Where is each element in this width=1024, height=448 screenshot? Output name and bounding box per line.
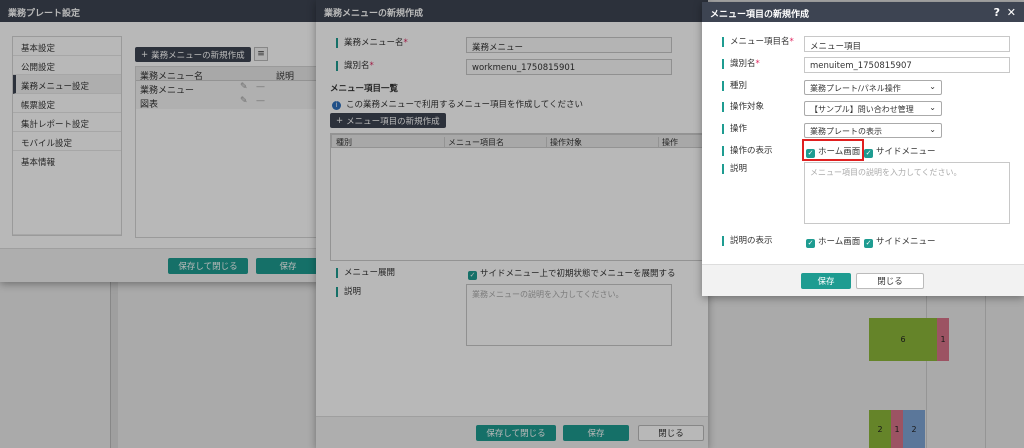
item-desc-label: 説明 [722, 164, 747, 174]
new-item-window: メニュー項目の新規作成 ? ✕ メニュー項目名* メニュー項目 識別名* men… [702, 2, 1024, 296]
op-label: 操作 [722, 124, 747, 134]
close-button[interactable]: 閉じる [856, 273, 924, 289]
help-icon[interactable]: ? [994, 6, 1000, 19]
window-title: メニュー項目の新規作成 ? ✕ [702, 2, 1024, 22]
target-label: 操作対象 [722, 102, 764, 112]
window-title-text: メニュー項目の新規作成 [710, 10, 810, 20]
item-name-field[interactable]: メニュー項目 [804, 36, 1010, 52]
op-select[interactable]: 業務プレートの表示 ⌄ [804, 123, 942, 138]
checkbox-checked-icon[interactable]: ✓ [806, 149, 815, 158]
display-label: 操作の表示 [722, 146, 773, 156]
side-option[interactable]: ✓ サイドメニュー [864, 145, 936, 158]
item-name-label: メニュー項目名* [722, 37, 794, 47]
item-id-field[interactable]: menuitem_1750815907 [804, 57, 1010, 73]
close-icon[interactable]: ✕ [1007, 6, 1016, 19]
desc-display-label: 説明の表示 [722, 236, 773, 246]
target-select[interactable]: 【サンプル】問い合わせ管理 ⌄ [804, 101, 942, 116]
footer: 保存 閉じる [702, 264, 1024, 296]
checkbox-checked-icon[interactable]: ✓ [864, 149, 873, 158]
desc-side-option[interactable]: ✓ サイドメニュー [864, 235, 936, 248]
type-select[interactable]: 業務プレート/パネル操作 ⌄ [804, 80, 942, 95]
item-description-textarea[interactable]: メニュー項目の説明を入力してください。 [804, 162, 1010, 224]
desc-home-option[interactable]: ✓ ホーム画面 [806, 235, 860, 248]
type-label: 種別 [722, 81, 747, 91]
chevron-down-icon: ⌄ [929, 103, 936, 112]
checkbox-checked-icon[interactable]: ✓ [806, 239, 815, 248]
save-button[interactable]: 保存 [801, 273, 851, 289]
chevron-down-icon: ⌄ [929, 82, 936, 91]
checkbox-checked-icon[interactable]: ✓ [864, 239, 873, 248]
chevron-down-icon: ⌄ [929, 125, 936, 134]
item-id-label: 識別名* [722, 59, 760, 69]
home-option[interactable]: ✓ ホーム画面 [806, 145, 860, 158]
